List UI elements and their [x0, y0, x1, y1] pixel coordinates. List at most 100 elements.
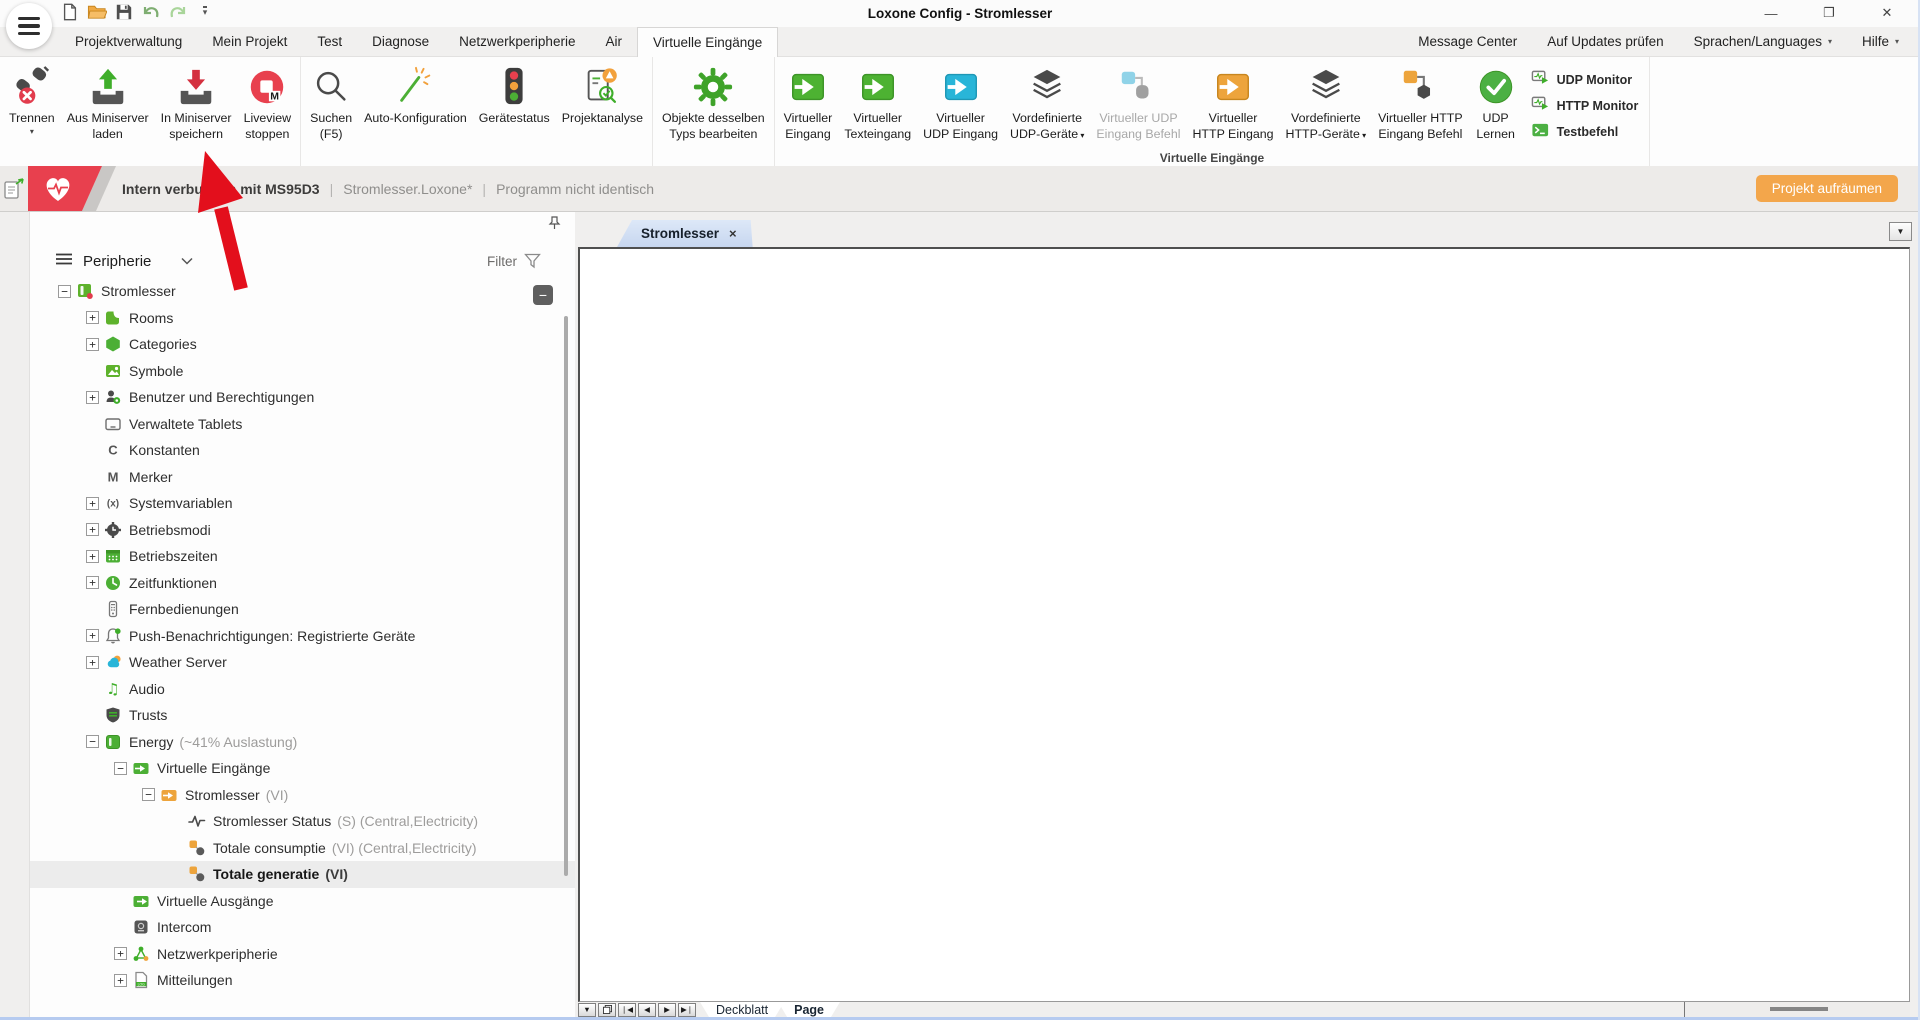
auto-konfiguration-button[interactable]: Auto-Konfiguration	[358, 62, 473, 128]
maximize-button[interactable]: ❐	[1800, 0, 1858, 26]
tree-item-stromlesser[interactable]: −Stromlesser(VI)	[30, 782, 575, 809]
http-monitor-button[interactable]: HTTP Monitor	[1531, 95, 1639, 117]
expand-icon[interactable]: +	[86, 338, 99, 351]
tree-item-totale-consumptie[interactable]: Totale consumptie(VI) (Central,Electrici…	[30, 835, 575, 862]
tree-item-weather-server[interactable]: +Weather Server	[30, 649, 575, 676]
open-folder-button[interactable]	[87, 2, 107, 22]
program-canvas[interactable]	[578, 247, 1910, 1002]
sheet-tab-deckblatt[interactable]: Deckblatt	[700, 1002, 784, 1017]
new-file-button[interactable]	[60, 2, 80, 22]
redo-button[interactable]	[168, 2, 188, 22]
tree-item-konstanten[interactable]: CKonstanten	[30, 437, 575, 464]
aus-miniserver-laden-button[interactable]: Aus Miniserverladen	[61, 62, 155, 144]
project-sync-icon[interactable]	[3, 177, 26, 206]
minimize-button[interactable]: —	[1742, 0, 1800, 26]
horizontal-scrollbar[interactable]	[1684, 1002, 1910, 1017]
tree-item-trusts[interactable]: Trusts	[30, 702, 575, 729]
nav-go-last-button[interactable]: ▶❘	[678, 1003, 696, 1017]
expand-icon[interactable]: +	[86, 311, 99, 324]
chevron-down-icon[interactable]	[181, 252, 193, 270]
expand-icon[interactable]: +	[114, 974, 127, 987]
filter-control[interactable]: Filter	[487, 253, 541, 269]
vordefinierte-http-geraete-button[interactable]: VordefinierteHTTP-Geräte ▾	[1280, 62, 1373, 144]
tree-item-verwaltete-tablets[interactable]: Verwaltete Tablets	[30, 411, 575, 438]
save-button[interactable]	[114, 2, 134, 22]
expand-icon[interactable]: +	[86, 629, 99, 642]
projektanalyse-button[interactable]: Projektanalyse	[556, 62, 649, 128]
panel-menu-icon[interactable]	[56, 252, 72, 270]
menu-message-center[interactable]: Message Center	[1403, 27, 1532, 56]
tree-item-betriebsmodi[interactable]: +Betriebsmodi	[30, 517, 575, 544]
tree-item-benutzer-und-berechtigungen[interactable]: +Benutzer und Berechtigungen	[30, 384, 575, 411]
expand-icon[interactable]: +	[86, 550, 99, 563]
tree-item-audio[interactable]: ♫Audio	[30, 676, 575, 703]
nav-restore-page-button[interactable]	[598, 1003, 616, 1017]
menu-air[interactable]: Air	[590, 27, 637, 56]
tree-item-betriebszeiten[interactable]: +Betriebszeiten	[30, 543, 575, 570]
menu-mein-projekt[interactable]: Mein Projekt	[197, 27, 302, 56]
tree-item-mitteilungen[interactable]: +LOGMitteilungen	[30, 967, 575, 994]
tree-item-categories[interactable]: +Categories	[30, 331, 575, 358]
suchen-button[interactable]: Suchen(F5)	[304, 62, 358, 144]
udp-monitor-button[interactable]: UDP Monitor	[1531, 69, 1639, 91]
testbefehl-button[interactable]: Testbefehl	[1531, 121, 1639, 143]
menu-netzwerkperipherie[interactable]: Netzwerkperipherie	[444, 27, 590, 56]
sheet-tab-page[interactable]: Page	[778, 1002, 840, 1017]
tree-item-netzwerkperipherie[interactable]: +Netzwerkperipherie	[30, 941, 575, 968]
virtueller-udp-eingang-button[interactable]: VirtuellerUDP Eingang	[917, 62, 1004, 144]
pin-icon[interactable]	[548, 216, 561, 235]
nav-dropdown-button[interactable]: ▼	[578, 1003, 596, 1017]
virtueller-eingang-button[interactable]: VirtuellerEingang	[778, 62, 839, 144]
in-miniserver-speichern-button[interactable]: In Miniserverspeichern	[155, 62, 238, 144]
liveview-stoppen-button[interactable]: MLiveviewstoppen	[238, 62, 298, 144]
menu-virtuelle-eing-nge[interactable]: Virtuelle Eingänge	[637, 27, 778, 57]
collapse-icon[interactable]: −	[86, 735, 99, 748]
nav-go-first-button[interactable]: ❘◀	[618, 1003, 636, 1017]
menu-diagnose[interactable]: Diagnose	[357, 27, 444, 56]
tree-item-systemvariablen[interactable]: +(x)Systemvariablen	[30, 490, 575, 517]
expand-icon[interactable]: +	[86, 497, 99, 510]
undo-button[interactable]	[141, 2, 161, 22]
tab-list-dropdown-button[interactable]: ▼	[1889, 222, 1912, 241]
virtueller-texteingang-button[interactable]: VirtuellerTexteingang	[838, 62, 917, 144]
menu-hilfe[interactable]: Hilfe▾	[1847, 27, 1914, 56]
tree-item-zeitfunktionen[interactable]: +Zeitfunktionen	[30, 570, 575, 597]
menu-sprachen-languages[interactable]: Sprachen/Languages▾	[1679, 27, 1847, 56]
nav-go-prev-button[interactable]: ◀	[638, 1003, 656, 1017]
tree-item-intercom[interactable]: Intercom	[30, 914, 575, 941]
collapse-icon[interactable]: −	[58, 285, 71, 298]
tree-item-virtuelle-ausg-nge[interactable]: Virtuelle Ausgänge	[30, 888, 575, 915]
expand-icon[interactable]: +	[114, 947, 127, 960]
tree-item-fernbedienungen[interactable]: Fernbedienungen	[30, 596, 575, 623]
udp-lernen-button[interactable]: UDPLernen	[1469, 62, 1523, 144]
tree-item-stromlesser-status[interactable]: Stromlesser Status(S) (Central,Electrici…	[30, 808, 575, 835]
expand-icon[interactable]: +	[86, 576, 99, 589]
tree-scrollbar[interactable]	[564, 316, 568, 876]
menu-projektverwaltung[interactable]: Projektverwaltung	[60, 27, 197, 56]
close-tab-icon[interactable]: ×	[729, 226, 737, 241]
trennen-button[interactable]: Trennen▾	[3, 62, 61, 138]
expand-icon[interactable]: +	[86, 391, 99, 404]
tree-item-rooms[interactable]: +Rooms	[30, 305, 575, 332]
menu-auf-updates-pr-fen[interactable]: Auf Updates prüfen	[1532, 27, 1678, 56]
document-tab[interactable]: Stromlesser ×	[617, 220, 753, 247]
tree-item-energy[interactable]: −Energy(~41% Auslastung)	[30, 729, 575, 756]
collapse-all-button[interactable]: −	[533, 285, 553, 305]
expand-icon[interactable]: +	[86, 656, 99, 669]
tree-item-symbole[interactable]: Symbole	[30, 358, 575, 385]
virtueller-http-eingang-button[interactable]: VirtuellerHTTP Eingang	[1186, 62, 1279, 144]
collapse-icon[interactable]: −	[114, 762, 127, 775]
menu-test[interactable]: Test	[302, 27, 357, 56]
vordefinierte-udp-geraete-button[interactable]: VordefinierteUDP-Geräte ▾	[1004, 62, 1090, 144]
expand-icon[interactable]: +	[86, 523, 99, 536]
geraetestatus-button[interactable]: Gerätestatus	[473, 62, 556, 128]
collapse-icon[interactable]: −	[142, 788, 155, 801]
panel-title[interactable]: Peripherie	[83, 253, 151, 270]
scrollbar-thumb[interactable]	[1770, 1007, 1828, 1011]
tree-item-stromlesser[interactable]: −Stromlesser	[30, 278, 575, 305]
hamburger-menu-button[interactable]	[6, 3, 52, 49]
tree-item-virtuelle-eing-nge[interactable]: −Virtuelle Eingänge	[30, 755, 575, 782]
tree-item-merker[interactable]: MMerker	[30, 464, 575, 491]
cleanup-project-button[interactable]: Projekt aufräumen	[1756, 175, 1898, 202]
more-button[interactable]: ▾	[195, 2, 215, 22]
